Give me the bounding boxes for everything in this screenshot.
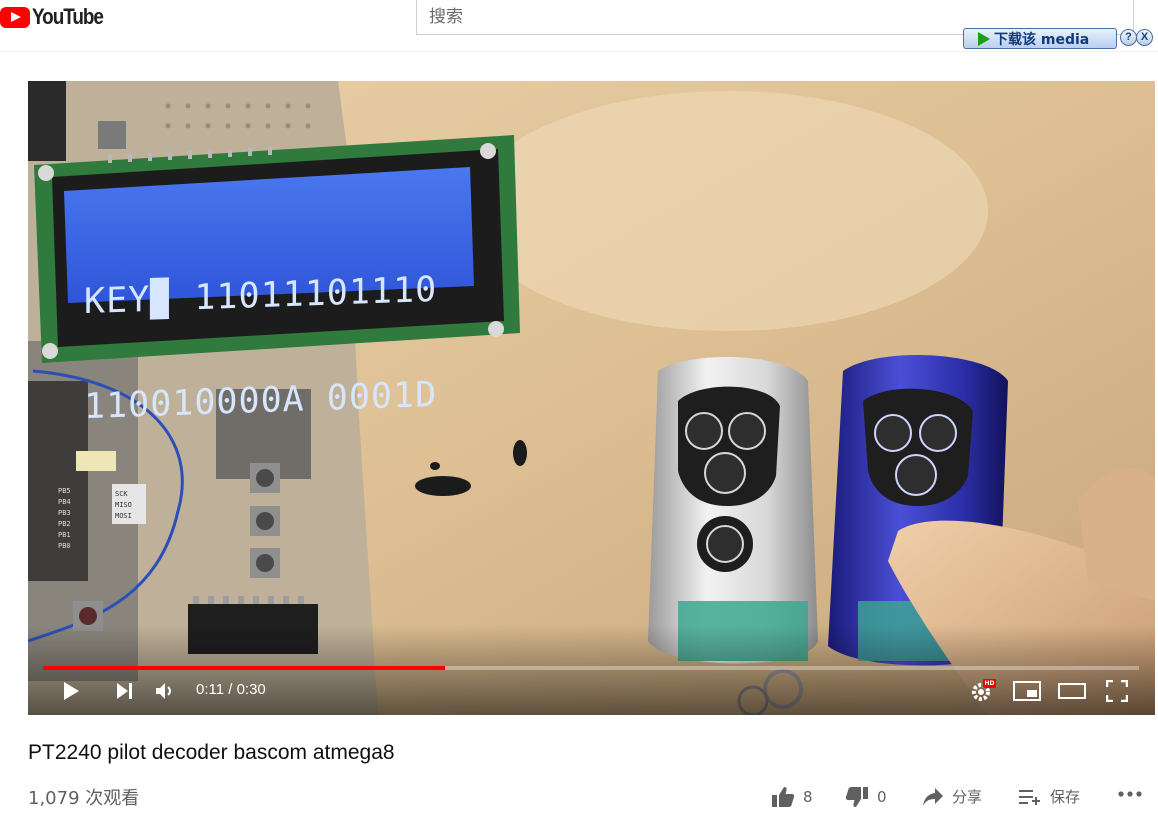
- download-media-button[interactable]: 下载该 media: [963, 28, 1117, 49]
- hd-badge: HD: [984, 680, 995, 687]
- download-close-button[interactable]: X: [1136, 29, 1153, 46]
- spi-label: MISO: [115, 501, 132, 509]
- dislike-count: 0: [877, 788, 887, 806]
- miniplayer-button[interactable]: [1012, 679, 1042, 703]
- pin-label: PB2: [58, 520, 71, 528]
- download-toolbar: 下载该 media ? X: [963, 28, 1153, 51]
- more-actions-button[interactable]: [1117, 790, 1143, 798]
- thumbs-up-icon: [772, 787, 795, 807]
- like-count: 8: [803, 788, 813, 806]
- pin-label: PB3: [58, 509, 71, 517]
- logo-text: YouTube: [32, 4, 104, 29]
- volume-icon: [156, 683, 171, 699]
- spi-labels: SCK MISO MOSI: [115, 489, 132, 522]
- video-title: PT2240 pilot decoder bascom atmega8: [28, 741, 395, 764]
- download-help-button[interactable]: ?: [1120, 29, 1137, 46]
- download-media-label: 下载该 media: [994, 31, 1090, 48]
- lcd-line-2: 110010000A 0001D: [84, 374, 438, 428]
- save-label: 保存: [1050, 788, 1081, 806]
- progress-played: [43, 666, 446, 670]
- pin-label: PB1: [58, 531, 71, 539]
- more-horizontal-icon: [1118, 791, 1142, 797]
- play-icon: [978, 31, 990, 46]
- play-icon: [64, 682, 79, 700]
- video-player[interactable]: KEY▉ 11011101110 110010000A 0001D PB5 PB…: [28, 81, 1155, 715]
- pin-label: PB4: [58, 498, 71, 506]
- spi-label: MOSI: [115, 512, 132, 520]
- spi-label: SCK: [115, 490, 128, 498]
- board-pin-labels: PB5 PB4 PB3 PB2 PB1 PB0: [58, 486, 71, 552]
- next-button[interactable]: [111, 679, 137, 703]
- header-divider: [0, 51, 1158, 52]
- time-display: 0:11 / 0:30: [196, 681, 266, 698]
- share-arrow-icon: [923, 787, 943, 806]
- volume-button[interactable]: [152, 679, 178, 703]
- next-icon: [117, 683, 132, 699]
- pin-label: PB5: [58, 487, 71, 495]
- add-to-playlist-icon: [1019, 789, 1040, 805]
- pin-label: PB0: [58, 542, 71, 550]
- miniplayer-icon: [1013, 681, 1041, 701]
- dislike-button[interactable]: 0: [845, 786, 887, 808]
- fullscreen-button[interactable]: [1104, 679, 1130, 703]
- play-button[interactable]: [58, 679, 84, 703]
- save-button[interactable]: 保存: [1018, 786, 1080, 807]
- youtube-logo[interactable]: YouTube: [0, 4, 114, 30]
- theater-icon: [1058, 683, 1086, 699]
- progress-bar[interactable]: [43, 666, 1139, 670]
- share-button[interactable]: 分享: [922, 786, 982, 807]
- lcd-line-1: KEY▉ 11011101110: [84, 269, 438, 323]
- youtube-play-icon: [0, 6, 30, 28]
- fullscreen-icon: [1106, 680, 1128, 702]
- lcd-display: KEY▉ 11011101110 110010000A 0001D: [84, 203, 437, 495]
- share-label: 分享: [952, 788, 983, 806]
- view-count: 1,079 次观看: [28, 788, 140, 809]
- thumbs-down-icon: [845, 787, 868, 807]
- theater-mode-button[interactable]: [1057, 679, 1087, 703]
- like-button[interactable]: 8: [771, 786, 813, 808]
